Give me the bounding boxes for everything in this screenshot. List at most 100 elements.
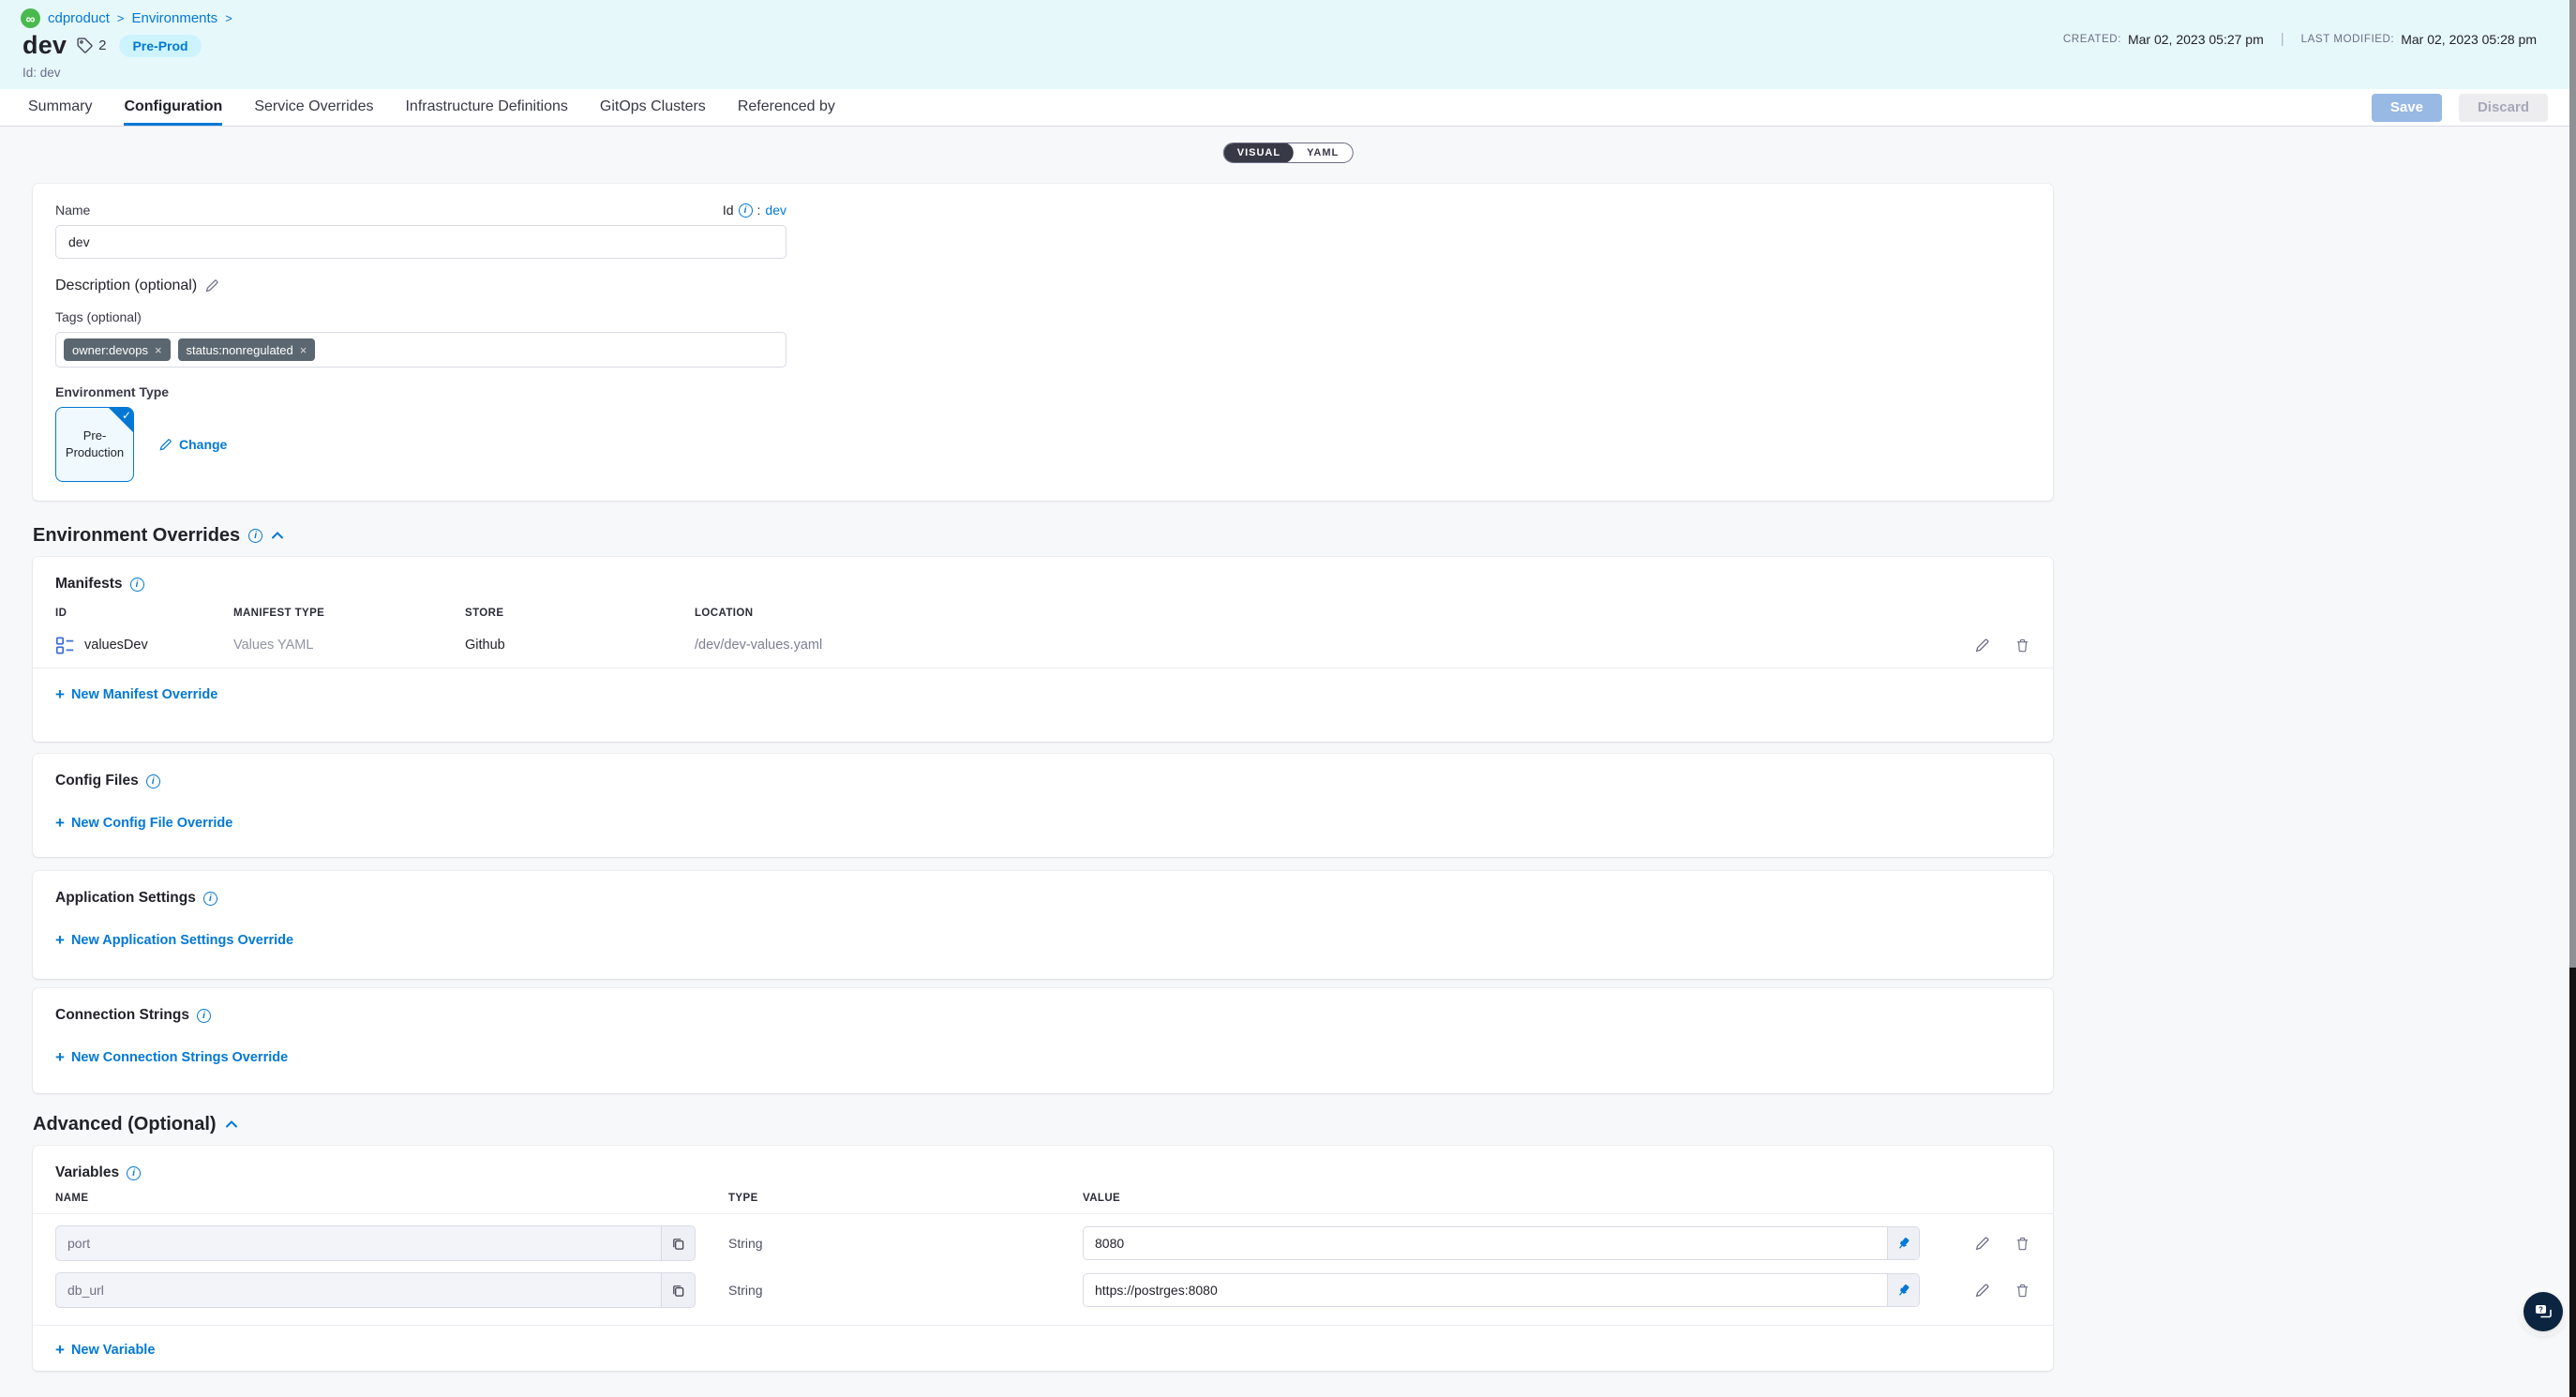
breadcrumb-environments-link[interactable]: Environments xyxy=(131,10,217,26)
variable-name-input[interactable] xyxy=(56,1226,661,1260)
new-application-settings-override-link[interactable]: + New Application Settings Override xyxy=(55,931,2030,950)
col-header-value: VALUE xyxy=(1083,1193,1940,1204)
entity-id: Id: dev xyxy=(22,66,61,80)
description-label: Description (optional) xyxy=(55,278,197,294)
col-header-manifest-type: MANIFEST TYPE xyxy=(233,608,465,619)
env-type-card-label: Pre-Production xyxy=(56,428,133,460)
col-header-name: NAME xyxy=(55,1193,728,1204)
copy-icon[interactable] xyxy=(661,1273,695,1307)
application-settings-card: Application Settings i + New Application… xyxy=(33,871,2053,979)
main-content: VISUAL YAML Name Id i : dev Description … xyxy=(0,127,2576,1397)
environment-overrides-heading: Environment Overrides xyxy=(33,525,240,547)
variables-card: Variables i NAME TYPE VALUE String xyxy=(33,1146,2053,1371)
variable-value-input[interactable] xyxy=(1084,1227,1887,1259)
tab-referenced-by[interactable]: Referenced by xyxy=(738,89,835,126)
discard-button[interactable]: Discard xyxy=(2459,94,2548,122)
tab-summary[interactable]: Summary xyxy=(28,89,92,126)
tab-gitops-clusters[interactable]: GitOps Clusters xyxy=(600,89,706,126)
tag-icon xyxy=(76,37,94,54)
edit-variable-icon[interactable] xyxy=(1974,1236,1990,1252)
collapse-chevron-icon[interactable] xyxy=(271,530,284,541)
values-manifest-icon xyxy=(55,636,75,655)
tab-configuration[interactable]: Configuration xyxy=(124,89,222,126)
infinity-glyph: ∞ xyxy=(26,11,36,26)
tag-chip-label: status:nonregulated xyxy=(187,343,293,357)
tab-infrastructure-definitions[interactable]: Infrastructure Definitions xyxy=(405,89,567,126)
manifest-row[interactable]: valuesDev Values YAML Github /dev/dev-va… xyxy=(55,623,2030,668)
connection-strings-card: Connection Strings i + New Connection St… xyxy=(33,988,2053,1093)
manifests-card: Manifests i ID MANIFEST TYPE STORE LOCAT… xyxy=(33,557,2053,742)
col-header-type: TYPE xyxy=(728,1193,1083,1204)
variable-type: String xyxy=(728,1236,1083,1251)
save-button[interactable]: Save xyxy=(2372,94,2442,122)
name-input[interactable] xyxy=(55,225,786,259)
created-label: CREATED: xyxy=(2063,34,2121,45)
manifests-info-icon[interactable]: i xyxy=(130,578,144,592)
edit-variable-icon[interactable] xyxy=(1974,1283,1990,1299)
toggle-visual[interactable]: VISUAL xyxy=(1224,143,1294,163)
environment-overrides-info-icon[interactable]: i xyxy=(248,529,262,543)
created-value: Mar 02, 2023 05:27 pm xyxy=(2128,32,2264,47)
delete-variable-icon[interactable] xyxy=(2014,1283,2030,1299)
tags-input[interactable]: owner:devops × status:nonregulated × xyxy=(55,332,786,368)
audit-meta: CREATED: Mar 02, 2023 05:27 pm | LAST MO… xyxy=(2063,31,2537,47)
plus-icon: + xyxy=(55,685,65,704)
manifest-store: Github xyxy=(465,638,695,653)
manifest-location: /dev/dev-values.yaml xyxy=(695,638,1940,653)
tag-chip: owner:devops × xyxy=(64,338,171,361)
id-value-link[interactable]: dev xyxy=(765,203,786,218)
page-title: dev xyxy=(22,31,67,60)
new-connection-strings-override-link[interactable]: + New Connection Strings Override xyxy=(55,1048,2030,1067)
remove-tag-icon[interactable]: × xyxy=(300,343,307,357)
pin-input-type-icon[interactable] xyxy=(1887,1274,1919,1306)
page-scrollbar[interactable] xyxy=(2569,0,2576,1397)
new-variable-label: New Variable xyxy=(71,1343,155,1358)
col-header-store: STORE xyxy=(465,608,695,619)
env-type-badge: Pre-Prod xyxy=(119,35,201,57)
connection-strings-info-icon[interactable]: i xyxy=(197,1009,211,1023)
breadcrumb-project-link[interactable]: cdproduct xyxy=(48,10,110,26)
help-chat-button[interactable]: ? xyxy=(2524,1292,2563,1331)
variable-value-input[interactable] xyxy=(1084,1274,1887,1306)
plus-icon: + xyxy=(55,1048,65,1067)
delete-variable-icon[interactable] xyxy=(2014,1236,2030,1252)
change-env-type-link[interactable]: Change xyxy=(158,437,227,452)
variable-row: String xyxy=(55,1225,2030,1261)
tag-chip-label: owner:devops xyxy=(72,343,148,357)
variable-name-group xyxy=(55,1272,696,1308)
tab-service-overrides[interactable]: Service Overrides xyxy=(254,89,373,126)
remove-tag-icon[interactable]: × xyxy=(155,343,162,357)
col-header-id: ID xyxy=(55,608,233,619)
application-settings-info-icon[interactable]: i xyxy=(203,892,217,906)
edit-manifest-icon[interactable] xyxy=(1974,638,1990,653)
pin-input-type-icon[interactable] xyxy=(1887,1227,1919,1259)
check-icon: ✓ xyxy=(122,408,131,423)
variables-title: Variables xyxy=(55,1164,119,1181)
new-connection-strings-override-label: New Connection Strings Override xyxy=(71,1050,288,1065)
pencil-icon xyxy=(158,438,172,452)
breadcrumb: ∞ cdproduct > Environments > xyxy=(21,8,232,28)
config-files-info-icon[interactable]: i xyxy=(146,774,160,789)
collapse-chevron-icon[interactable] xyxy=(225,1119,238,1130)
toggle-yaml[interactable]: YAML xyxy=(1294,143,1352,163)
id-info-icon[interactable]: i xyxy=(739,203,753,218)
variable-type: String xyxy=(728,1283,1083,1298)
manifest-id: valuesDev xyxy=(84,638,148,653)
advanced-heading: Advanced (Optional) xyxy=(33,1114,217,1135)
scrollbar-thumb[interactable] xyxy=(2569,0,2576,968)
cd-module-icon: ∞ xyxy=(21,8,40,28)
edit-description-icon[interactable] xyxy=(204,278,219,293)
variables-info-icon[interactable]: i xyxy=(127,1166,141,1180)
plus-icon: + xyxy=(55,814,65,833)
env-type-card-preproduction[interactable]: Pre-Production ✓ xyxy=(55,407,134,482)
new-config-file-override-link[interactable]: + New Config File Override xyxy=(55,814,2030,833)
variable-name-input[interactable] xyxy=(56,1273,661,1307)
new-manifest-override-link[interactable]: + New Manifest Override xyxy=(55,685,2030,704)
manifest-type: Values YAML xyxy=(233,638,465,653)
copy-icon[interactable] xyxy=(661,1226,695,1260)
new-manifest-override-label: New Manifest Override xyxy=(71,687,217,702)
new-variable-link[interactable]: + New Variable xyxy=(55,1341,2030,1359)
delete-manifest-icon[interactable] xyxy=(2014,638,2030,653)
col-header-location: LOCATION xyxy=(695,608,1940,619)
breadcrumb-separator: > xyxy=(117,11,125,25)
